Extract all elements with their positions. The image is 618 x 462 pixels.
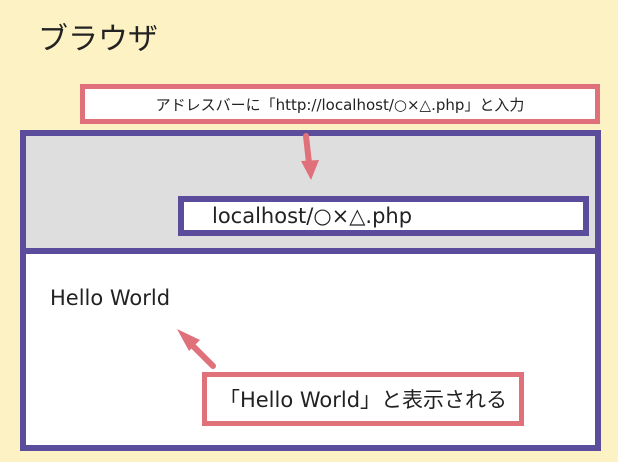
display-result-callout: 「Hello World」と表示される bbox=[202, 372, 524, 426]
address-input-instruction-callout: アドレスバーに「http://localhost/○×△.php」と入力 bbox=[80, 84, 600, 124]
address-input-instruction-text: アドレスバーに「http://localhost/○×△.php」と入力 bbox=[155, 95, 525, 114]
display-result-text: 「Hello World」と表示される bbox=[218, 388, 508, 412]
address-bar-url: localhost/○×△.php bbox=[212, 204, 413, 228]
address-bar[interactable]: localhost/○×△.php bbox=[178, 196, 589, 236]
diagram-title: ブラウザ bbox=[38, 22, 158, 57]
browser-toolbar: localhost/○×△.php bbox=[26, 136, 595, 254]
page-content-text: Hello World bbox=[50, 286, 171, 310]
